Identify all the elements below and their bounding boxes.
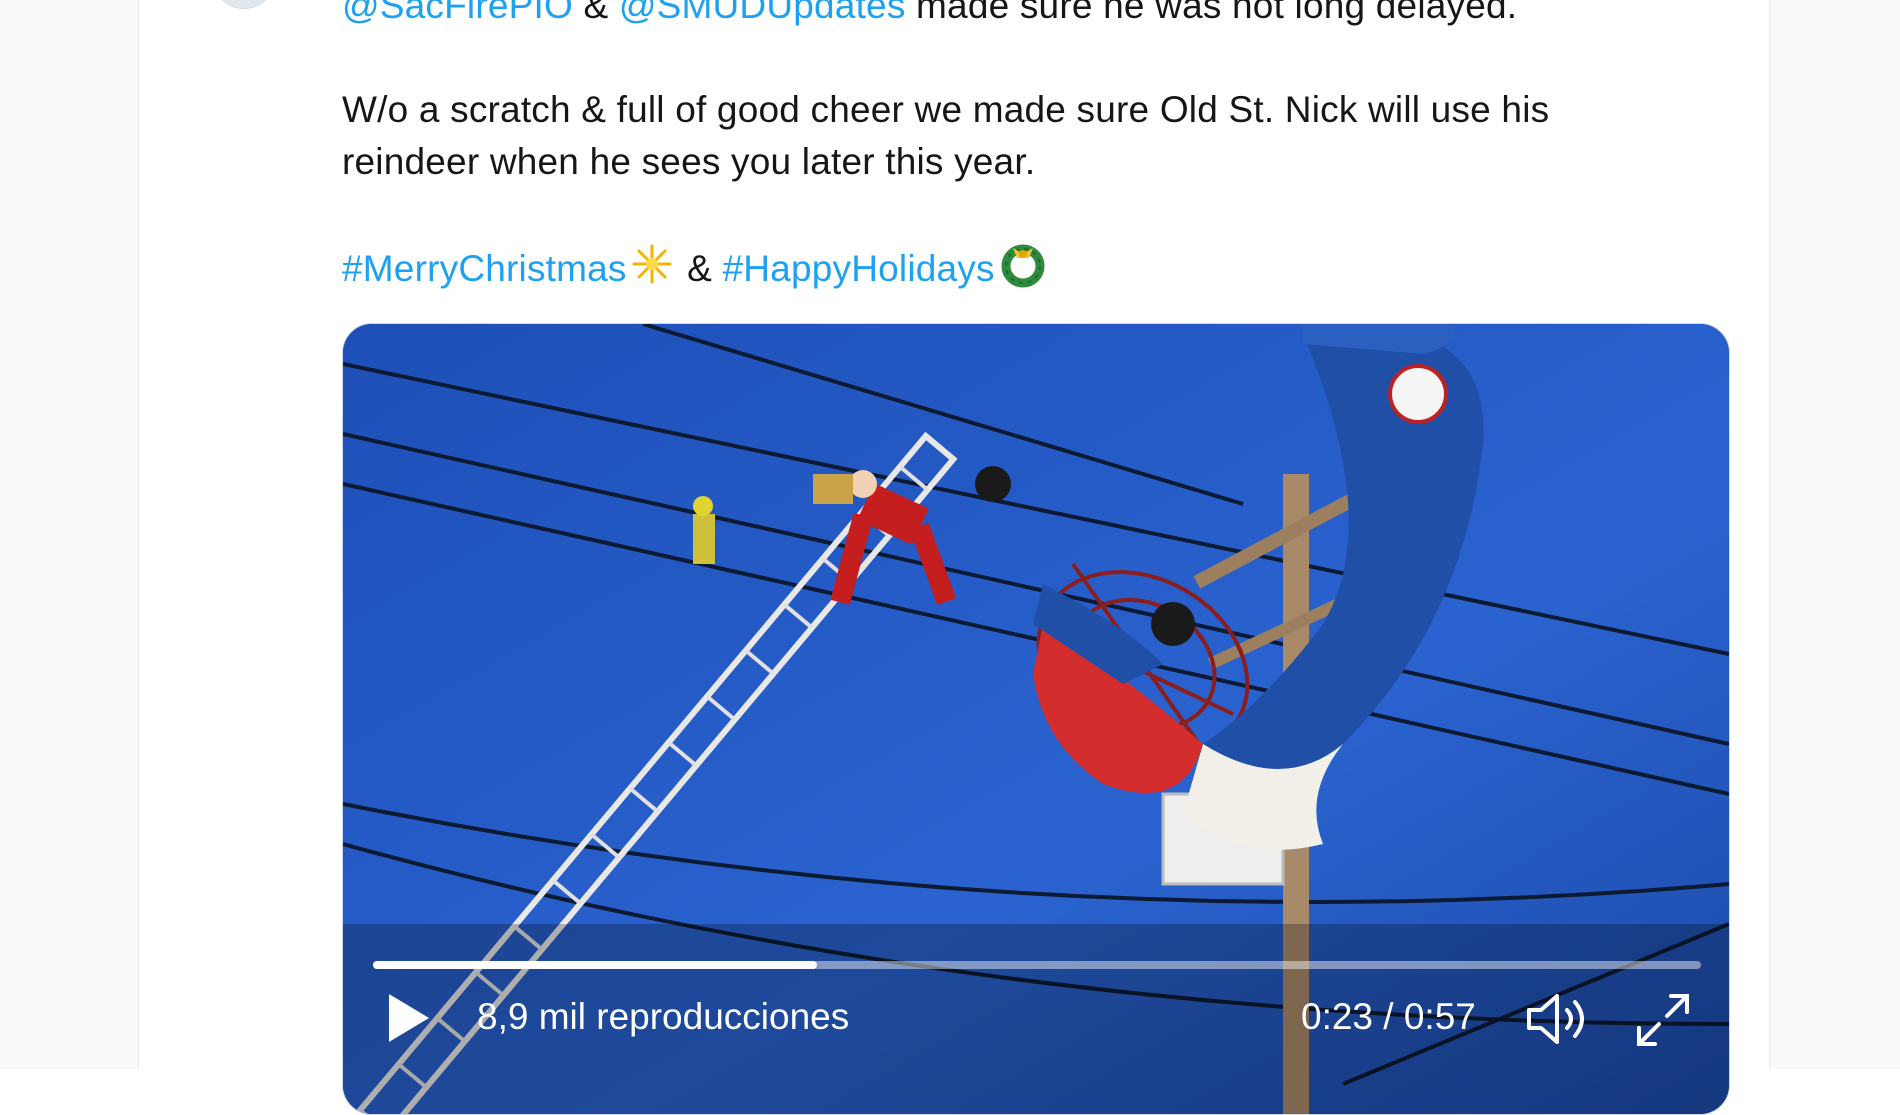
- view-count: 8,9 mil reproducciones: [477, 996, 850, 1037]
- tweet-line-mentions: @SacFirePIO & @SMUDUpdates made sure he …: [342, 0, 1742, 32]
- hashtag-happyholidays-link[interactable]: #HappyHolidays: [722, 248, 994, 289]
- fullscreen-button[interactable]: [1635, 992, 1691, 1048]
- tweet-text-rest: made sure he was not long delayed.: [905, 0, 1518, 26]
- video-progress-fill: [373, 961, 817, 969]
- tweet-paragraph-line: W/o a scratch & full of good cheer we ma…: [342, 89, 1550, 130]
- time-separator: /: [1373, 996, 1404, 1037]
- tweet-hashtags: #MerryChristmas & #HappyHolidays: [342, 240, 1742, 302]
- time-current: 0:23: [1301, 996, 1374, 1037]
- fullscreen-icon: [1637, 994, 1689, 1046]
- wreath-emoji-icon: [999, 240, 1047, 302]
- ampersand-text: &: [676, 247, 723, 289]
- play-button[interactable]: [385, 990, 433, 1046]
- mention-sacfirepio-link[interactable]: @SacFirePIO: [342, 0, 573, 26]
- play-icon: [389, 994, 429, 1042]
- volume-icon: [1527, 994, 1584, 1044]
- video-player[interactable]: 8,9 mil reproducciones 0:23 / 0:57: [342, 323, 1730, 1115]
- hashtag-merrychristmas-link[interactable]: #MerryChristmas: [342, 248, 627, 289]
- tweet-paragraph-line: reindeer when he sees you later this yea…: [342, 141, 1036, 182]
- tweet-text: @SacFirePIO & @SMUDUpdates made sure he …: [342, 0, 1742, 302]
- ampersand-text: &: [572, 0, 619, 26]
- mention-smudupdates-link[interactable]: @SMUDUpdates: [619, 0, 906, 26]
- volume-button[interactable]: [1525, 992, 1593, 1046]
- video-controls: 8,9 mil reproducciones 0:23 / 0:57: [343, 984, 1729, 1084]
- video-time: 0:23 / 0:57: [1301, 996, 1476, 1038]
- video-progress-bar[interactable]: [373, 961, 1701, 969]
- time-total: 0:57: [1403, 996, 1476, 1037]
- sparkle-emoji-icon: [631, 243, 673, 299]
